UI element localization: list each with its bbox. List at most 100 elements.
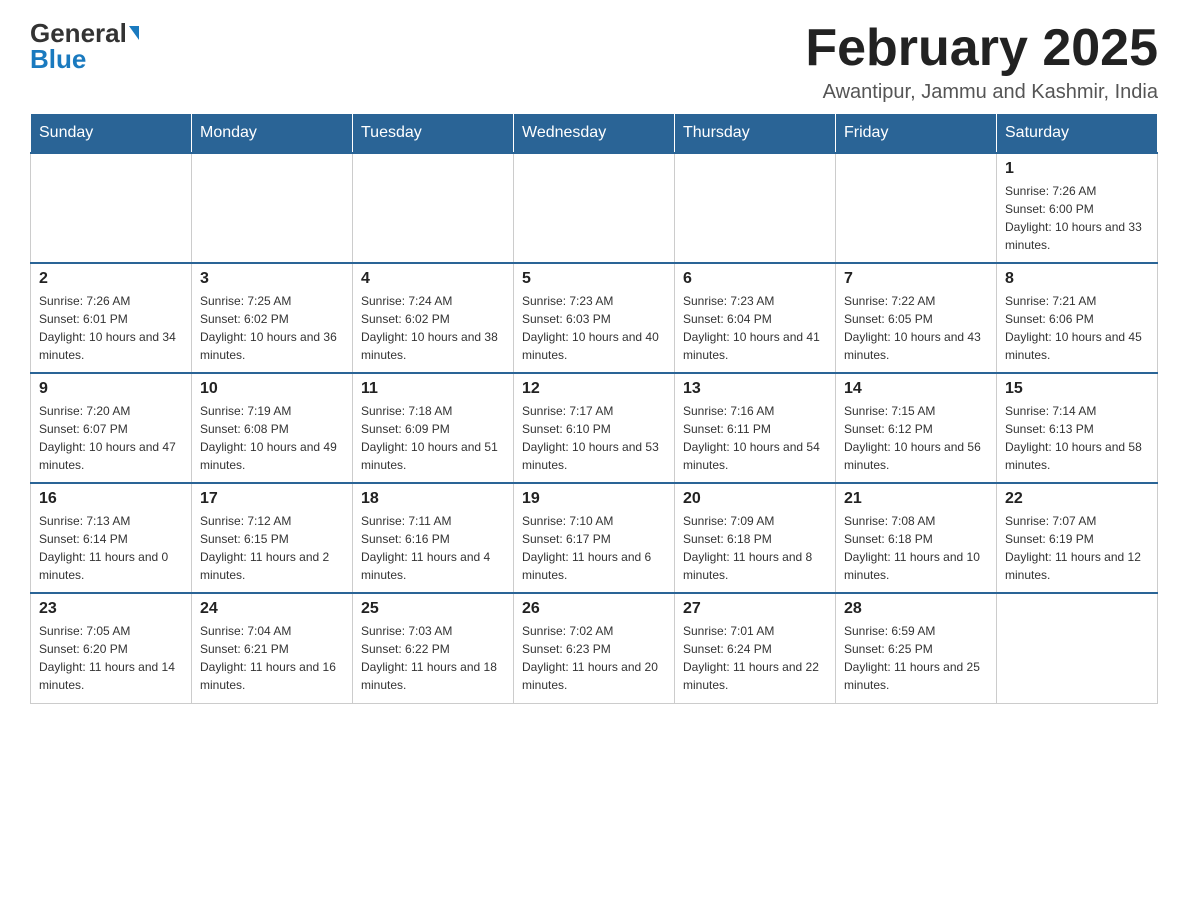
calendar-header-row: SundayMondayTuesdayWednesdayThursdayFrid… — [31, 114, 1158, 153]
day-number: 24 — [200, 600, 344, 618]
day-info: Sunrise: 7:25 AMSunset: 6:02 PMDaylight:… — [200, 292, 344, 364]
day-number: 3 — [200, 270, 344, 288]
day-info: Sunrise: 7:21 AMSunset: 6:06 PMDaylight:… — [1005, 292, 1149, 364]
day-number: 19 — [522, 490, 666, 508]
day-info: Sunrise: 7:13 AMSunset: 6:14 PMDaylight:… — [39, 512, 183, 584]
calendar-cell: 3 Sunrise: 7:25 AMSunset: 6:02 PMDaylight… — [192, 263, 353, 373]
day-info: Sunrise: 7:08 AMSunset: 6:18 PMDaylight:… — [844, 512, 988, 584]
day-number: 12 — [522, 380, 666, 398]
calendar-cell: 4 Sunrise: 7:24 AMSunset: 6:02 PMDaylight… — [353, 263, 514, 373]
day-info: Sunrise: 7:17 AMSunset: 6:10 PMDaylight:… — [522, 402, 666, 474]
day-info: Sunrise: 7:19 AMSunset: 6:08 PMDaylight:… — [200, 402, 344, 474]
day-info: Sunrise: 7:14 AMSunset: 6:13 PMDaylight:… — [1005, 402, 1149, 474]
calendar-table: SundayMondayTuesdayWednesdayThursdayFrid… — [30, 114, 1158, 704]
calendar-day-header: Sunday — [31, 114, 192, 153]
day-number: 17 — [200, 490, 344, 508]
calendar-cell: 8 Sunrise: 7:21 AMSunset: 6:06 PMDaylight… — [997, 263, 1158, 373]
calendar-cell: 26 Sunrise: 7:02 AMSunset: 6:23 PMDayligh… — [514, 593, 675, 703]
day-info: Sunrise: 7:11 AMSunset: 6:16 PMDaylight:… — [361, 512, 505, 584]
day-info: Sunrise: 7:04 AMSunset: 6:21 PMDaylight:… — [200, 622, 344, 694]
day-number: 2 — [39, 270, 183, 288]
day-info: Sunrise: 7:26 AMSunset: 6:01 PMDaylight:… — [39, 292, 183, 364]
day-number: 13 — [683, 380, 827, 398]
day-info: Sunrise: 7:23 AMSunset: 6:04 PMDaylight:… — [683, 292, 827, 364]
day-number: 11 — [361, 380, 505, 398]
logo-blue-text: Blue — [30, 46, 86, 72]
calendar-cell: 6 Sunrise: 7:23 AMSunset: 6:04 PMDaylight… — [675, 263, 836, 373]
calendar-cell: 7 Sunrise: 7:22 AMSunset: 6:05 PMDaylight… — [836, 263, 997, 373]
calendar-cell — [192, 153, 353, 263]
calendar-cell: 5 Sunrise: 7:23 AMSunset: 6:03 PMDaylight… — [514, 263, 675, 373]
calendar-week-row: 2 Sunrise: 7:26 AMSunset: 6:01 PMDaylight… — [31, 263, 1158, 373]
calendar-week-row: 9Sunrise: 7:20 AMSunset: 6:07 PMDaylight… — [31, 373, 1158, 483]
calendar-day-header: Monday — [192, 114, 353, 153]
calendar-cell: 10 Sunrise: 7:19 AMSunset: 6:08 PMDayligh… — [192, 373, 353, 483]
calendar-cell — [675, 153, 836, 263]
calendar-day-header: Wednesday — [514, 114, 675, 153]
calendar-day-header: Saturday — [997, 114, 1158, 153]
calendar-cell: 24 Sunrise: 7:04 AMSunset: 6:21 PMDayligh… — [192, 593, 353, 703]
calendar-cell: 16 Sunrise: 7:13 AMSunset: 6:14 PMDayligh… — [31, 483, 192, 593]
calendar-cell — [997, 593, 1158, 703]
calendar-cell — [836, 153, 997, 263]
calendar-cell — [31, 153, 192, 263]
day-number: 4 — [361, 270, 505, 288]
day-info: Sunrise: 6:59 AMSunset: 6:25 PMDaylight:… — [844, 622, 988, 694]
page-header: General Blue February 2025 Awantipur, Ja… — [30, 20, 1158, 104]
calendar-week-row: 23 Sunrise: 7:05 AMSunset: 6:20 PMDayligh… — [31, 593, 1158, 703]
day-number: 20 — [683, 490, 827, 508]
day-number: 23 — [39, 600, 183, 618]
day-info: Sunrise: 7:23 AMSunset: 6:03 PMDaylight:… — [522, 292, 666, 364]
day-info: Sunrise: 7:26 AMSunset: 6:00 PMDaylight:… — [1005, 182, 1149, 254]
calendar-cell: 17 Sunrise: 7:12 AMSunset: 6:15 PMDayligh… — [192, 483, 353, 593]
day-number: 25 — [361, 600, 505, 618]
day-info: Sunrise: 7:18 AMSunset: 6:09 PMDaylight:… — [361, 402, 505, 474]
day-number: 10 — [200, 380, 344, 398]
day-number: 18 — [361, 490, 505, 508]
day-info: Sunrise: 7:03 AMSunset: 6:22 PMDaylight:… — [361, 622, 505, 694]
day-info: Sunrise: 7:22 AMSunset: 6:05 PMDaylight:… — [844, 292, 988, 364]
calendar-cell: 1 Sunrise: 7:26 AMSunset: 6:00 PMDaylight… — [997, 153, 1158, 263]
calendar-cell: 12 Sunrise: 7:17 AMSunset: 6:10 PMDayligh… — [514, 373, 675, 483]
day-number: 8 — [1005, 270, 1149, 288]
day-info: Sunrise: 7:01 AMSunset: 6:24 PMDaylight:… — [683, 622, 827, 694]
day-number: 28 — [844, 600, 988, 618]
calendar-week-row: 1 Sunrise: 7:26 AMSunset: 6:00 PMDaylight… — [31, 153, 1158, 263]
logo-general-text: General — [30, 20, 127, 46]
day-info: Sunrise: 7:02 AMSunset: 6:23 PMDaylight:… — [522, 622, 666, 694]
day-number: 16 — [39, 490, 183, 508]
logo-triangle-icon — [129, 26, 139, 40]
day-number: 22 — [1005, 490, 1149, 508]
day-number: 1 — [1005, 160, 1149, 178]
calendar-cell: 11 Sunrise: 7:18 AMSunset: 6:09 PMDayligh… — [353, 373, 514, 483]
calendar-cell: 28 Sunrise: 6:59 AMSunset: 6:25 PMDayligh… — [836, 593, 997, 703]
day-info: Sunrise: 7:24 AMSunset: 6:02 PMDaylight:… — [361, 292, 505, 364]
day-info: Sunrise: 7:16 AMSunset: 6:11 PMDaylight:… — [683, 402, 827, 474]
month-title: February 2025 — [805, 20, 1158, 77]
day-number: 27 — [683, 600, 827, 618]
calendar-cell: 9Sunrise: 7:20 AMSunset: 6:07 PMDaylight… — [31, 373, 192, 483]
calendar-cell: 23 Sunrise: 7:05 AMSunset: 6:20 PMDayligh… — [31, 593, 192, 703]
day-number: 6 — [683, 270, 827, 288]
day-number: 21 — [844, 490, 988, 508]
day-info: Sunrise: 7:12 AMSunset: 6:15 PMDaylight:… — [200, 512, 344, 584]
location-title: Awantipur, Jammu and Kashmir, India — [805, 81, 1158, 104]
day-info: Sunrise: 7:05 AMSunset: 6:20 PMDaylight:… — [39, 622, 183, 694]
calendar-cell — [514, 153, 675, 263]
calendar-cell: 20Sunrise: 7:09 AMSunset: 6:18 PMDayligh… — [675, 483, 836, 593]
day-number: 5 — [522, 270, 666, 288]
calendar-cell: 13 Sunrise: 7:16 AMSunset: 6:11 PMDayligh… — [675, 373, 836, 483]
title-section: February 2025 Awantipur, Jammu and Kashm… — [805, 20, 1158, 104]
calendar-cell: 19 Sunrise: 7:10 AMSunset: 6:17 PMDayligh… — [514, 483, 675, 593]
day-number: 7 — [844, 270, 988, 288]
day-number: 9 — [39, 380, 183, 398]
calendar-day-header: Tuesday — [353, 114, 514, 153]
calendar-cell — [353, 153, 514, 263]
logo: General Blue — [30, 20, 139, 72]
day-info: Sunrise: 7:07 AMSunset: 6:19 PMDaylight:… — [1005, 512, 1149, 584]
day-info: Sunrise: 7:10 AMSunset: 6:17 PMDaylight:… — [522, 512, 666, 584]
calendar-cell: 21 Sunrise: 7:08 AMSunset: 6:18 PMDayligh… — [836, 483, 997, 593]
day-number: 26 — [522, 600, 666, 618]
day-number: 15 — [1005, 380, 1149, 398]
calendar-cell: 25 Sunrise: 7:03 AMSunset: 6:22 PMDayligh… — [353, 593, 514, 703]
